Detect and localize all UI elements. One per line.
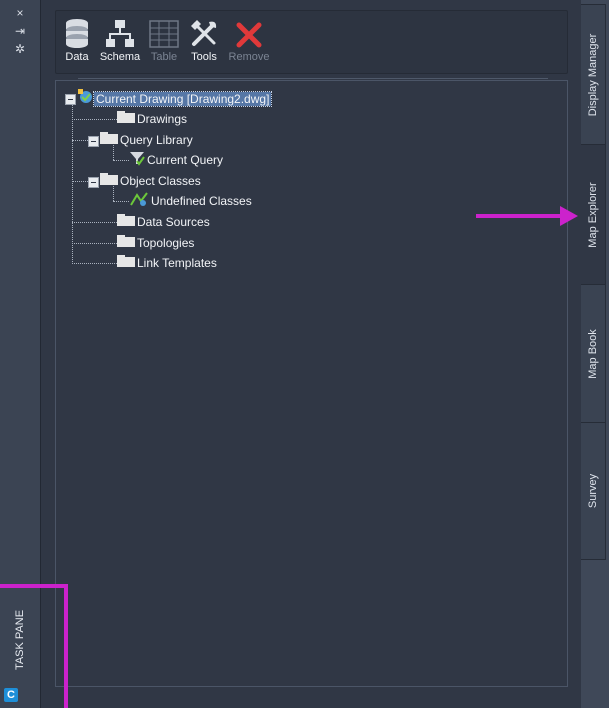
tree-node-object-classes[interactable]: Object Classes (100, 172, 203, 190)
annotation-bracket (64, 584, 68, 708)
folder-icon (117, 254, 135, 272)
tree-node-label: Data Sources (137, 215, 210, 229)
query-filter-icon (129, 150, 145, 171)
annotation-bracket (0, 584, 68, 588)
tree-node-topologies[interactable]: Topologies (117, 234, 196, 252)
folder-icon (117, 213, 135, 231)
data-button-label: Data (65, 51, 89, 63)
remove-button[interactable]: Remove (226, 14, 272, 66)
tab-survey[interactable]: Survey (581, 422, 606, 560)
tab-map-explorer[interactable]: Map Explorer (581, 144, 606, 286)
auto-hide-icon[interactable]: ⇥ (0, 24, 40, 38)
civil3d-logo-icon: C (4, 688, 18, 702)
collapse-icon[interactable] (88, 177, 99, 188)
tree-node-label: Undefined Classes (151, 194, 252, 208)
folder-icon (100, 172, 118, 190)
tree-node-drawings[interactable]: Drawings (117, 110, 189, 128)
schema-icon (96, 14, 144, 48)
properties-icon[interactable]: ✲ (0, 42, 40, 56)
tree-node-data-sources[interactable]: Data Sources (117, 213, 212, 231)
annotation-arrow-shaft (476, 214, 566, 218)
folder-icon (100, 131, 118, 149)
tab-display-manager[interactable]: Display Manager (581, 4, 606, 146)
tools-button[interactable]: Tools (186, 14, 222, 66)
tools-button-label: Tools (191, 51, 217, 63)
remove-icon (226, 14, 272, 48)
remove-button-label: Remove (228, 51, 270, 63)
folder-icon (117, 110, 135, 128)
tree-node-link-templates[interactable]: Link Templates (117, 254, 219, 272)
schema-button[interactable]: Schema (96, 14, 144, 66)
tree-node-label: Object Classes (120, 174, 201, 188)
tree-node-label: Drawings (137, 112, 188, 126)
schema-button-label: Schema (99, 51, 141, 63)
tree-line (72, 263, 117, 265)
data-button[interactable]: Data (60, 14, 94, 66)
toolbar-divider (78, 78, 548, 79)
tree-node-current-drawing[interactable]: Current Drawing [Drawing2.dwg] (78, 88, 273, 110)
folder-icon (117, 234, 135, 252)
tree-node-label: Link Templates (137, 256, 217, 270)
tree-node-label: Query Library (120, 133, 193, 147)
collapse-icon[interactable] (88, 136, 99, 147)
tree-line (72, 222, 117, 224)
tree-line (72, 104, 74, 264)
tree-node-query-library[interactable]: Query Library (100, 131, 195, 149)
close-icon[interactable]: × (0, 6, 40, 20)
tree-line (113, 160, 129, 162)
table-icon (146, 14, 182, 48)
collapse-icon[interactable] (65, 94, 76, 105)
tree-node-label: Current Drawing [Drawing2.dwg] (92, 91, 273, 107)
tools-icon (186, 14, 222, 48)
tree-node-label: Current Query (147, 153, 224, 167)
task-pane-label: TASK PANE (14, 609, 26, 671)
tree-node-label: Topologies (137, 236, 195, 250)
tree-line (72, 243, 117, 245)
table-button-label: Table (150, 51, 178, 63)
tree-line (72, 119, 117, 121)
database-icon (60, 14, 94, 48)
tree-line (113, 201, 129, 203)
table-button[interactable]: Table (146, 14, 182, 66)
annotation-arrow-icon (560, 206, 578, 226)
tree-node-undefined-classes[interactable]: Undefined Classes (129, 191, 254, 212)
drawing-icon (78, 88, 94, 110)
undefined-classes-icon (129, 191, 149, 212)
tab-map-book[interactable]: Map Book (581, 284, 606, 424)
tree-node-current-query[interactable]: Current Query (129, 151, 225, 169)
